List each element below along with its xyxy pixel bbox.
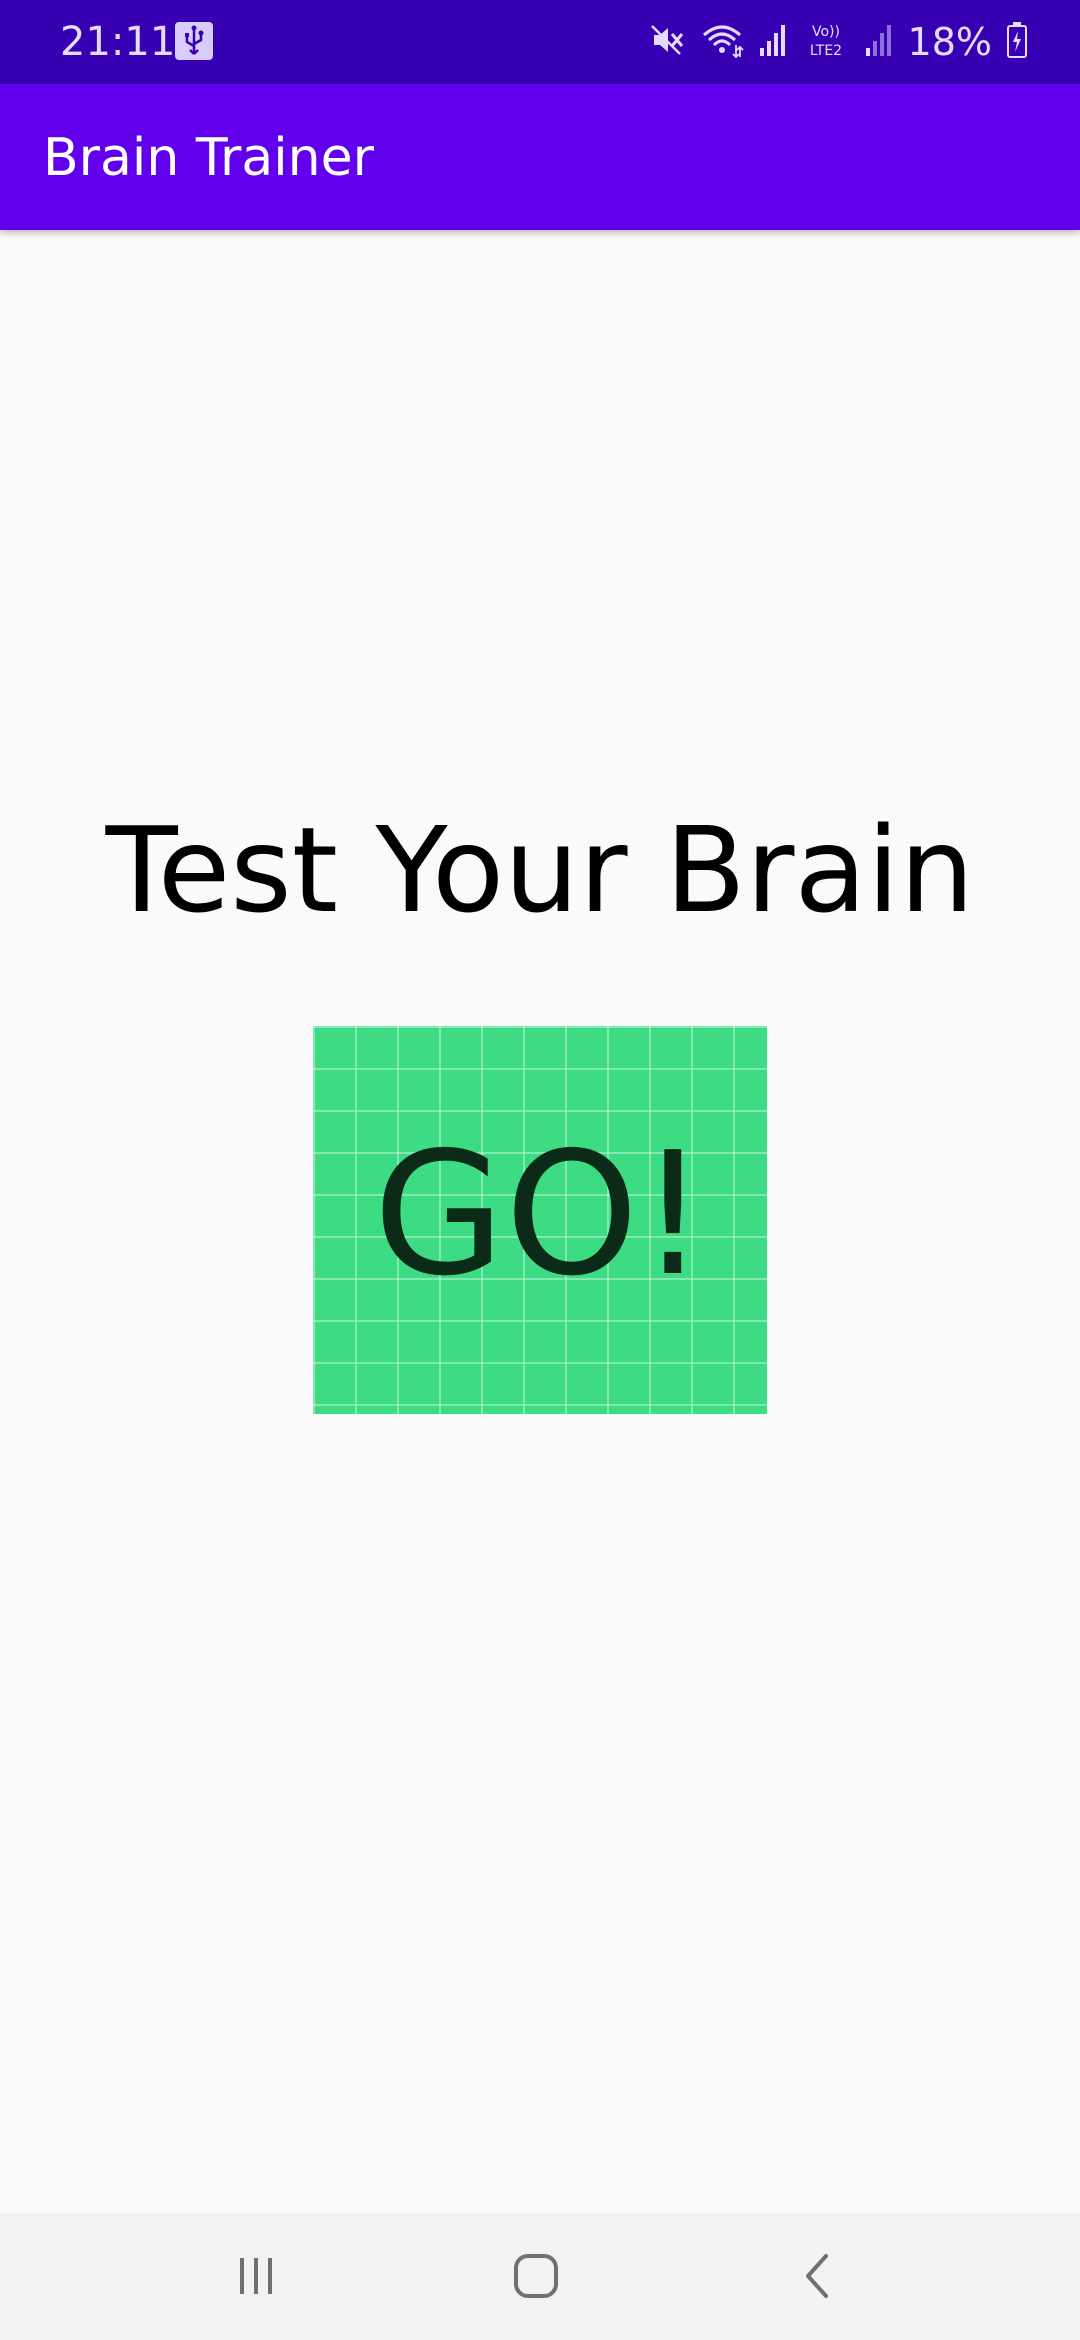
usb-icon [175, 22, 213, 60]
volte-icon: Vo)) LTE2 [802, 20, 850, 64]
battery-percent: 18% [907, 20, 992, 64]
screen: 21:11 Vo)) LTE2 18% Brain Trainer Test Y… [0, 0, 1080, 2340]
status-time: 21:11 [60, 19, 176, 65]
status-bar: 21:11 Vo)) LTE2 18% [0, 0, 1080, 84]
volte-label-top: Vo)) [812, 24, 840, 40]
back-icon [796, 2251, 840, 2305]
recents-button[interactable] [216, 2238, 296, 2318]
signal-icon-2 [864, 22, 894, 62]
go-button[interactable]: GO! [313, 1026, 767, 1414]
recents-icon [234, 2254, 278, 2302]
nav-bar [0, 2214, 1080, 2340]
battery-icon [1006, 21, 1028, 63]
app-bar: Brain Trainer [0, 84, 1080, 230]
go-button-label: GO! [373, 1116, 707, 1314]
back-button[interactable] [778, 2238, 858, 2318]
status-icons: Vo)) LTE2 18% [650, 16, 1028, 68]
volte-label-bottom: LTE2 [809, 43, 841, 59]
headline: Test Your Brain [105, 801, 975, 939]
signal-icon [758, 22, 788, 62]
app-title: Brain Trainer [43, 128, 374, 188]
mute-icon [650, 22, 686, 62]
home-icon [511, 2251, 561, 2305]
wifi-icon [700, 21, 744, 63]
home-button[interactable] [496, 2238, 576, 2318]
